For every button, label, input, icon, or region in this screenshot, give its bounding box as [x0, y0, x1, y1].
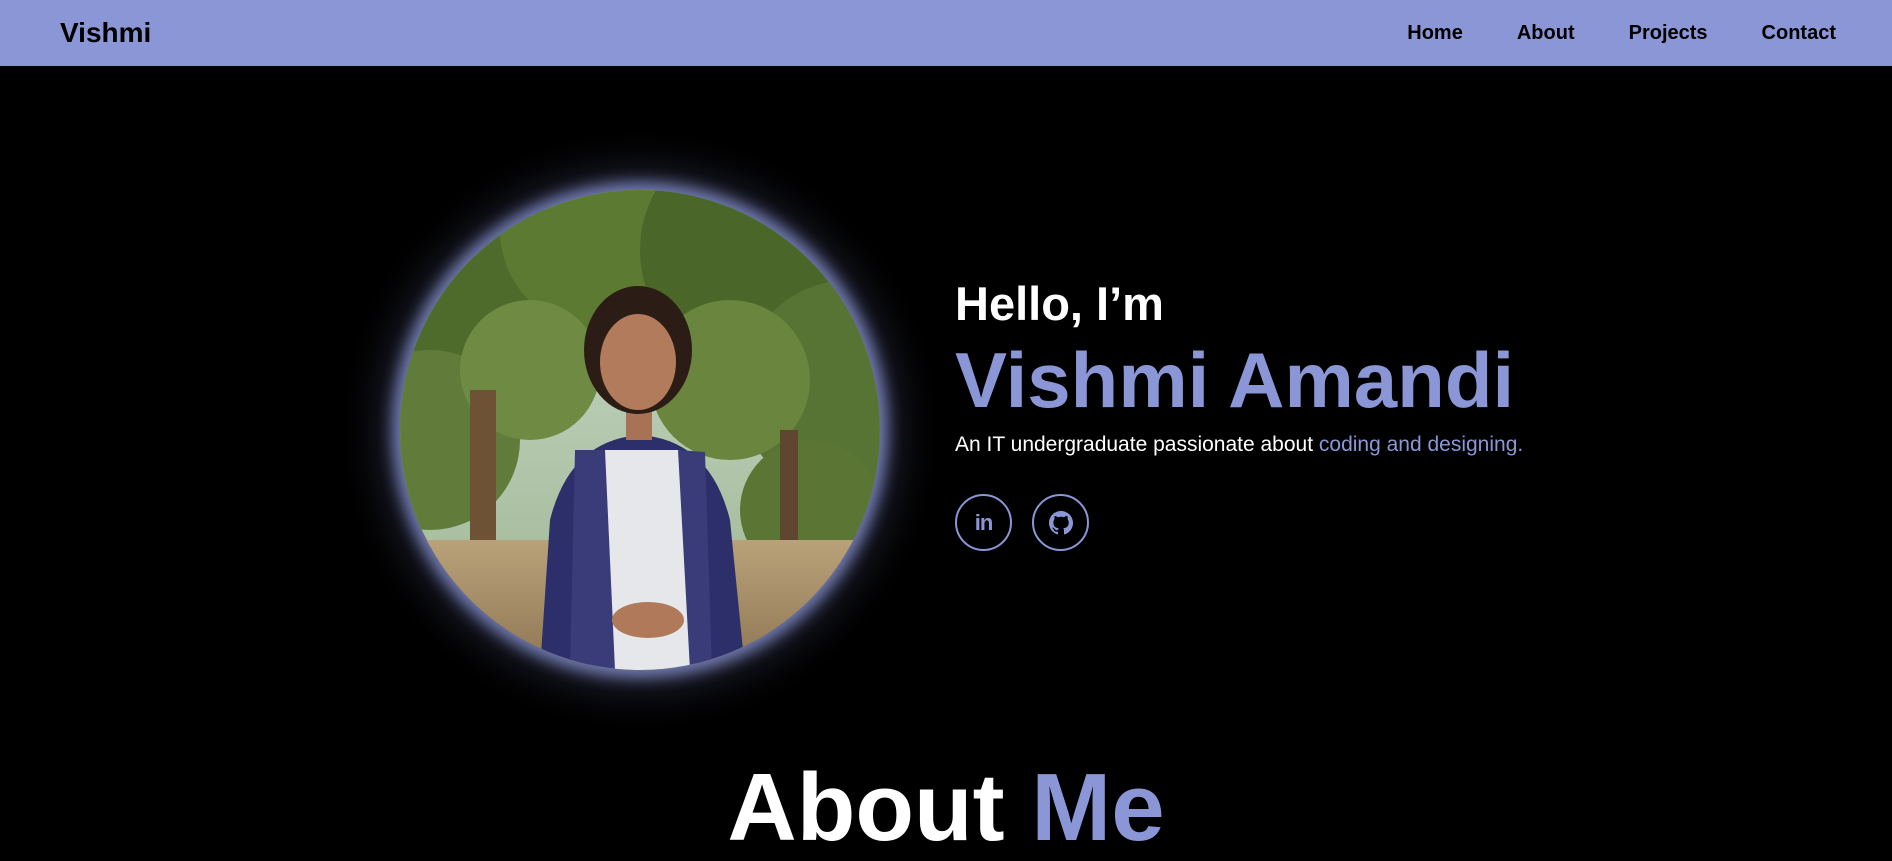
navbar: Vishmi Home About Projects Contact	[0, 0, 1892, 66]
about-heading: About Me	[0, 760, 1892, 856]
social-links: in	[955, 494, 1523, 551]
profile-photo-illustration	[400, 190, 880, 670]
brand-logo[interactable]: Vishmi	[60, 17, 151, 49]
nav-link-home[interactable]: Home	[1407, 22, 1463, 45]
nav-links: Home About Projects Contact	[1407, 22, 1836, 45]
linkedin-button[interactable]: in	[955, 494, 1012, 551]
hero-greeting: Hello, I’m	[955, 277, 1164, 330]
hero-name: Vishmi Amandi	[955, 336, 1515, 424]
github-button[interactable]	[1032, 494, 1089, 551]
hero-tagline-accent: coding and designing.	[1318, 433, 1524, 456]
github-icon	[1048, 510, 1073, 534]
nav-link-about[interactable]: About	[1517, 22, 1575, 45]
nav-link-contact[interactable]: Contact	[1762, 22, 1836, 45]
nav-link-projects[interactable]: Projects	[1629, 22, 1708, 45]
hero-tagline: An IT undergraduate passionate about cod…	[955, 433, 1523, 457]
hero-intro: Hello, I’m Vishmi Amandi An IT undergrad…	[955, 280, 1523, 551]
hero-tagline-text: An IT undergraduate passionate about	[955, 433, 1319, 456]
linkedin-icon: in	[974, 509, 994, 535]
about-heading-text: About	[727, 754, 1032, 861]
hero-section: Hello, I’m Vishmi Amandi An IT undergrad…	[0, 66, 1892, 856]
profile-photo	[400, 190, 880, 670]
about-heading-accent: Me	[1031, 754, 1165, 861]
